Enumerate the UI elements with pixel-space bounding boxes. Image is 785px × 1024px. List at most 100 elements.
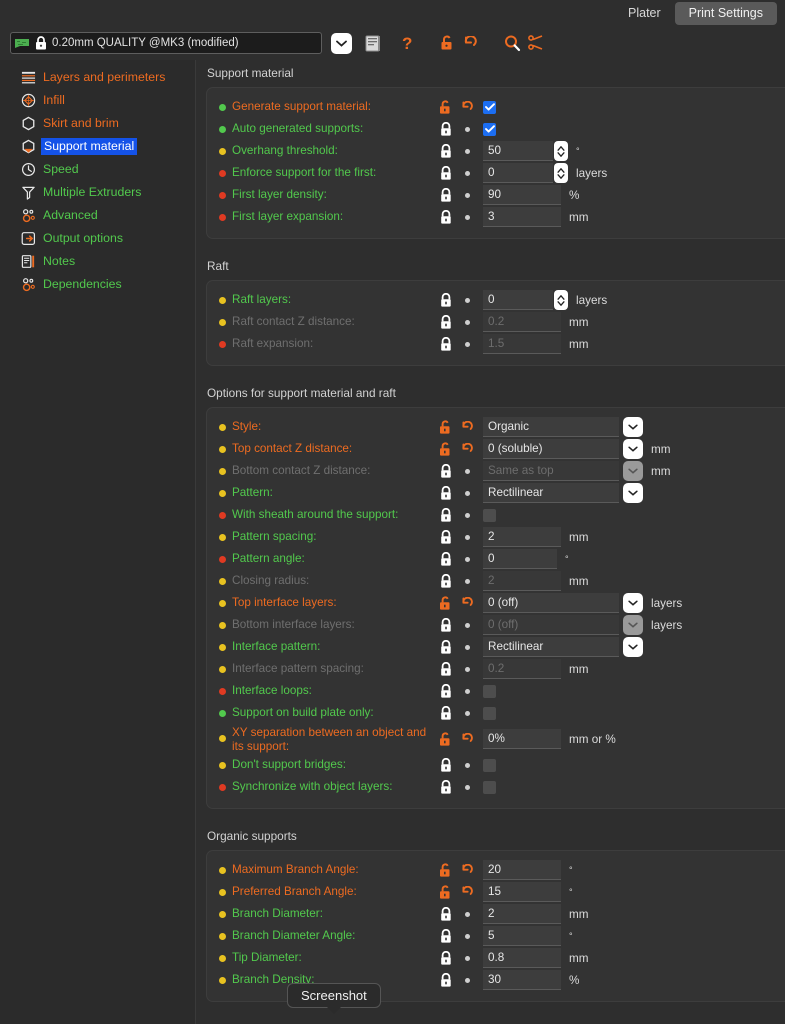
value-input[interactable]: 0	[483, 163, 553, 183]
dropdown-button[interactable]	[623, 417, 643, 437]
sidebar-item-support-material[interactable]: Support material	[0, 137, 195, 155]
undo-icon[interactable]	[461, 885, 474, 899]
lock-icon[interactable]	[439, 757, 453, 773]
unlock-icon[interactable]	[439, 731, 453, 747]
checkbox[interactable]	[483, 706, 496, 720]
value-input[interactable]: 1.5	[483, 334, 561, 354]
lock-icon[interactable]	[439, 972, 453, 988]
unlock-all-button[interactable]	[440, 35, 456, 51]
dropdown-button[interactable]	[623, 615, 643, 635]
value-input[interactable]: 5	[483, 926, 561, 946]
value-input[interactable]: Rectilinear	[483, 637, 619, 657]
value-input[interactable]: 0 (off)	[483, 615, 619, 635]
lock-icon[interactable]	[439, 906, 453, 922]
undo-icon[interactable]	[461, 100, 474, 114]
save-preset-button[interactable]	[365, 35, 381, 52]
value-input[interactable]: 0%	[483, 729, 561, 749]
lock-icon[interactable]	[439, 573, 453, 589]
unlock-icon[interactable]	[439, 441, 453, 457]
value-input[interactable]: 0	[483, 549, 557, 569]
unlock-icon[interactable]	[439, 99, 453, 115]
lock-icon[interactable]	[439, 209, 453, 225]
tab-print-settings[interactable]: Print Settings	[674, 1, 777, 25]
sidebar-item-advanced[interactable]: Advanced	[0, 206, 195, 224]
value-input[interactable]: 2	[483, 571, 561, 591]
checkbox[interactable]	[483, 508, 496, 522]
dropdown-button[interactable]	[623, 483, 643, 503]
lock-icon[interactable]	[439, 187, 453, 203]
search-button[interactable]	[504, 35, 521, 52]
lock-icon[interactable]	[439, 121, 453, 137]
value-input[interactable]: 90	[483, 185, 561, 205]
lock-icon[interactable]	[439, 639, 453, 655]
unlock-icon[interactable]	[439, 419, 453, 435]
spinner-stepper[interactable]	[554, 141, 568, 161]
lock-icon[interactable]	[439, 336, 453, 352]
lock-icon[interactable]	[439, 507, 453, 523]
dropdown-button[interactable]	[623, 593, 643, 613]
value-input[interactable]: 0.2	[483, 659, 561, 679]
undo-icon[interactable]	[461, 442, 474, 456]
checkbox[interactable]	[483, 684, 496, 698]
undo-icon[interactable]	[461, 732, 474, 746]
unlock-icon[interactable]	[439, 884, 453, 900]
checkbox[interactable]	[483, 100, 496, 114]
spinner-stepper[interactable]	[554, 290, 568, 310]
value-input[interactable]: 0 (off)	[483, 593, 619, 613]
dropdown-button[interactable]	[623, 461, 643, 481]
value-input[interactable]: 50	[483, 141, 553, 161]
value-input[interactable]: 30	[483, 970, 561, 990]
lock-icon[interactable]	[439, 779, 453, 795]
value-input[interactable]: Same as top	[483, 461, 619, 481]
undo-icon[interactable]	[461, 863, 474, 877]
compare-presets-button[interactable]	[528, 35, 544, 51]
value-input[interactable]: Organic	[483, 417, 619, 437]
lock-icon[interactable]	[439, 661, 453, 677]
unlock-icon[interactable]	[439, 862, 453, 878]
undo-icon[interactable]	[461, 596, 474, 610]
checkbox[interactable]	[483, 122, 496, 136]
spinner-stepper[interactable]	[554, 163, 568, 183]
lock-icon[interactable]	[439, 551, 453, 567]
value-input[interactable]: 2	[483, 527, 561, 547]
sidebar-item-speed[interactable]: Speed	[0, 160, 195, 178]
lock-icon[interactable]	[439, 165, 453, 181]
value-input[interactable]: 0	[483, 290, 553, 310]
lock-icon[interactable]	[439, 950, 453, 966]
lock-icon[interactable]	[439, 529, 453, 545]
sidebar-item-layers-and-perimeters[interactable]: Layers and perimeters	[0, 68, 195, 86]
preset-dropdown-button[interactable]	[331, 32, 352, 54]
value-input[interactable]: 2	[483, 904, 561, 924]
preset-combo[interactable]: 0.20mm QUALITY @MK3 (modified)	[10, 32, 322, 54]
tab-plater[interactable]: Plater	[614, 2, 675, 25]
checkbox[interactable]	[483, 780, 496, 794]
undo-icon[interactable]	[461, 420, 474, 434]
lock-icon[interactable]	[439, 292, 453, 308]
value-input[interactable]: Rectilinear	[483, 483, 619, 503]
value-input[interactable]: 0.2	[483, 312, 561, 332]
lock-icon[interactable]	[439, 683, 453, 699]
lock-icon[interactable]	[439, 928, 453, 944]
value-input[interactable]: 15	[483, 882, 561, 902]
dropdown-button[interactable]	[623, 637, 643, 657]
sidebar-item-notes[interactable]: Notes	[0, 252, 195, 270]
revert-all-button[interactable]	[463, 35, 478, 51]
lock-icon[interactable]	[439, 705, 453, 721]
help-button[interactable]: ?	[401, 34, 414, 52]
sidebar-item-skirt-and-brim[interactable]: Skirt and brim	[0, 114, 195, 132]
lock-icon[interactable]	[439, 485, 453, 501]
lock-icon[interactable]	[439, 463, 453, 479]
sidebar-item-multiple-extruders[interactable]: Multiple Extruders	[0, 183, 195, 201]
value-input[interactable]: 0.8	[483, 948, 561, 968]
lock-icon[interactable]	[439, 314, 453, 330]
sidebar-item-infill[interactable]: Infill	[0, 91, 195, 109]
sidebar-item-dependencies[interactable]: Dependencies	[0, 275, 195, 293]
lock-icon[interactable]	[439, 617, 453, 633]
checkbox[interactable]	[483, 758, 496, 772]
unlock-icon[interactable]	[439, 595, 453, 611]
value-input[interactable]: 3	[483, 207, 561, 227]
value-input[interactable]: 20	[483, 860, 561, 880]
value-input[interactable]: 0 (soluble)	[483, 439, 619, 459]
dropdown-button[interactable]	[623, 439, 643, 459]
lock-icon[interactable]	[439, 143, 453, 159]
